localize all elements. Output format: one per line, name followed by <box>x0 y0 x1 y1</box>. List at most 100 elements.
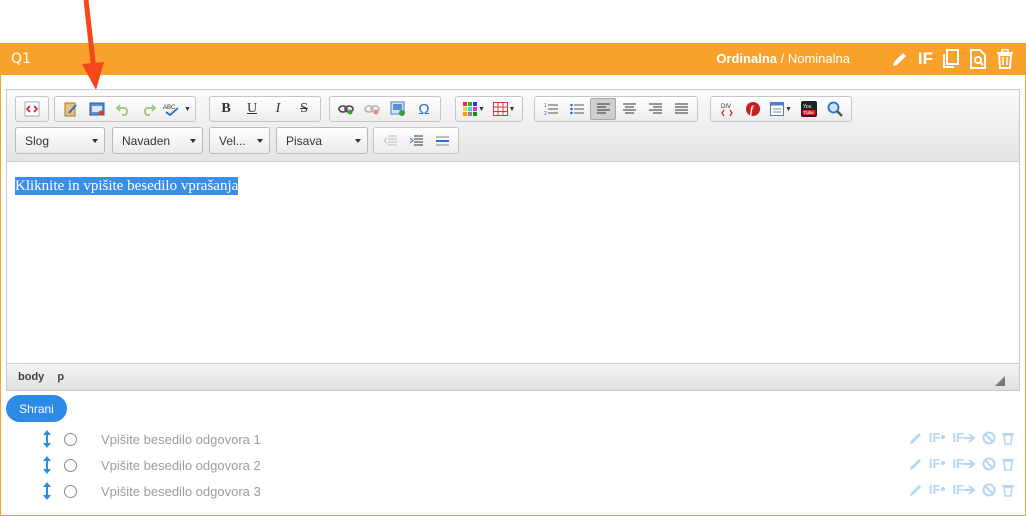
rich-text-editor: ABC ▼ B U I S Ω ▼ ▼ 1 2 DIV f ▼ You Tube… <box>6 89 1020 391</box>
clipboard-group: ABC ▼ <box>54 96 196 122</box>
if-goto-button[interactable]: IF <box>952 482 976 497</box>
font-size-select[interactable]: Vel... <box>209 127 270 154</box>
move-arrows-icon[interactable] <box>42 455 52 480</box>
answer-tools: IF IF <box>909 430 1014 445</box>
block-icon[interactable] <box>982 431 996 445</box>
if-condition-button[interactable]: IF <box>929 456 947 471</box>
editor-statusbar: body p <box>7 363 1019 390</box>
answer-row-1: Vpišite besedilo odgovora 1 IF IF <box>0 427 1026 451</box>
text-style-group: B U I S <box>209 96 321 122</box>
resize-grip-icon[interactable] <box>995 376 1005 386</box>
if-goto-button[interactable]: IF <box>952 430 976 445</box>
svg-text:DIV: DIV <box>721 104 731 110</box>
trash-icon[interactable] <box>1002 457 1014 471</box>
if-goto-button[interactable]: IF <box>952 456 976 471</box>
align-left-icon[interactable] <box>590 98 616 120</box>
trash-icon[interactable] <box>1002 431 1014 445</box>
preview-icon[interactable] <box>969 48 987 70</box>
source-code-icon[interactable] <box>19 98 45 120</box>
move-arrows-icon[interactable] <box>42 481 52 506</box>
editor-content-area[interactable]: Kliknite in vpišite besedilo vprašanja <box>7 163 1019 363</box>
path-p[interactable]: p <box>57 371 64 383</box>
insert-image-icon[interactable] <box>84 98 110 120</box>
answer-tools: IF IF <box>909 482 1014 497</box>
question-number: Q1 <box>11 51 31 67</box>
path-body[interactable]: body <box>18 371 44 383</box>
indent-group <box>373 127 459 154</box>
answer-row-2: Vpišite besedilo odgovora 2 IF IF <box>0 453 1026 477</box>
svg-text:1: 1 <box>544 103 547 109</box>
horizontal-rule-icon[interactable] <box>429 130 455 152</box>
chevron-down-icon <box>355 139 361 143</box>
answer-tools: IF IF <box>909 456 1014 471</box>
edit-pencil-icon[interactable] <box>909 457 923 471</box>
paste-word-icon[interactable] <box>58 98 84 120</box>
indent-icon[interactable] <box>403 130 429 152</box>
paragraph-group: 12 <box>534 96 698 122</box>
zoom-preview-icon[interactable] <box>822 98 848 120</box>
strikethrough-button[interactable]: S <box>291 98 317 120</box>
flash-icon[interactable]: f <box>740 98 766 120</box>
undo-icon[interactable] <box>110 98 136 120</box>
insert-group: Ω <box>329 96 441 122</box>
div-container-icon[interactable]: DIV <box>714 98 740 120</box>
bullet-list-icon[interactable] <box>564 98 590 120</box>
chevron-down-icon <box>190 139 196 143</box>
answer-radio[interactable] <box>64 485 77 498</box>
font-family-select[interactable]: Pisava <box>276 127 368 154</box>
svg-text:2: 2 <box>544 111 547 116</box>
style-select[interactable]: Slog <box>15 127 105 154</box>
source-group <box>15 96 49 122</box>
question-tools: IF <box>891 48 1014 70</box>
bold-button[interactable]: B <box>213 98 239 120</box>
text-color-icon[interactable]: ▼ <box>459 98 489 120</box>
table-icon[interactable]: ▼ <box>489 98 519 120</box>
answer-radio[interactable] <box>64 433 77 446</box>
trash-icon[interactable] <box>1002 483 1014 497</box>
svg-text:ABC: ABC <box>163 105 176 111</box>
chevron-down-icon <box>92 139 98 143</box>
special-char-icon[interactable]: Ω <box>411 98 437 120</box>
align-justify-icon[interactable] <box>668 98 694 120</box>
copy-icon[interactable] <box>942 48 960 70</box>
question-type: Ordinalna / Nominalna <box>716 51 850 66</box>
if-condition-button[interactable]: IF <box>929 482 947 497</box>
annotation-arrow-icon <box>82 0 104 90</box>
editor-toolbar: ABC ▼ B U I S Ω ▼ ▼ 1 2 DIV f ▼ You Tube… <box>7 90 1019 162</box>
align-right-icon[interactable] <box>642 98 668 120</box>
format-select[interactable]: Navaden <box>112 127 203 154</box>
edit-pencil-icon[interactable] <box>909 483 923 497</box>
answer-label[interactable]: Vpišite besedilo odgovora 3 <box>101 484 261 499</box>
link-icon[interactable] <box>333 98 359 120</box>
media-group: DIV f ▼ You Tube <box>710 96 852 122</box>
edit-pencil-icon[interactable] <box>891 48 909 70</box>
if-condition-button[interactable]: IF <box>929 430 947 445</box>
question-type-ordinal[interactable]: Ordinalna <box>716 51 777 66</box>
question-type-nominal[interactable]: Nominalna <box>788 51 850 66</box>
block-icon[interactable] <box>982 483 996 497</box>
answer-label[interactable]: Vpišite besedilo odgovora 1 <box>101 432 261 447</box>
svg-text:Tube: Tube <box>804 110 815 115</box>
image-properties-icon[interactable] <box>385 98 411 120</box>
numbered-list-icon[interactable]: 12 <box>538 98 564 120</box>
answer-label[interactable]: Vpišite besedilo odgovora 2 <box>101 458 261 473</box>
answer-row-3: Vpišite besedilo odgovora 3 IF IF <box>0 479 1026 503</box>
block-icon[interactable] <box>982 457 996 471</box>
question-text[interactable]: Kliknite in vpišite besedilo vprašanja <box>15 177 239 195</box>
unlink-icon[interactable] <box>359 98 385 120</box>
answer-radio[interactable] <box>64 459 77 472</box>
youtube-icon[interactable]: You Tube <box>796 98 822 120</box>
spellcheck-icon[interactable]: ABC ▼ <box>162 98 192 120</box>
italic-button[interactable]: I <box>265 98 291 120</box>
edit-pencil-icon[interactable] <box>909 431 923 445</box>
if-condition-button[interactable]: IF <box>918 48 933 70</box>
save-button[interactable]: Shrani <box>6 395 67 422</box>
align-center-icon[interactable] <box>616 98 642 120</box>
outdent-icon[interactable] <box>377 130 403 152</box>
trash-icon[interactable] <box>996 48 1014 70</box>
template-icon[interactable]: ▼ <box>766 98 796 120</box>
underline-button[interactable]: U <box>239 98 265 120</box>
redo-icon[interactable] <box>136 98 162 120</box>
move-arrows-icon[interactable] <box>42 429 52 454</box>
chevron-down-icon <box>257 139 263 143</box>
